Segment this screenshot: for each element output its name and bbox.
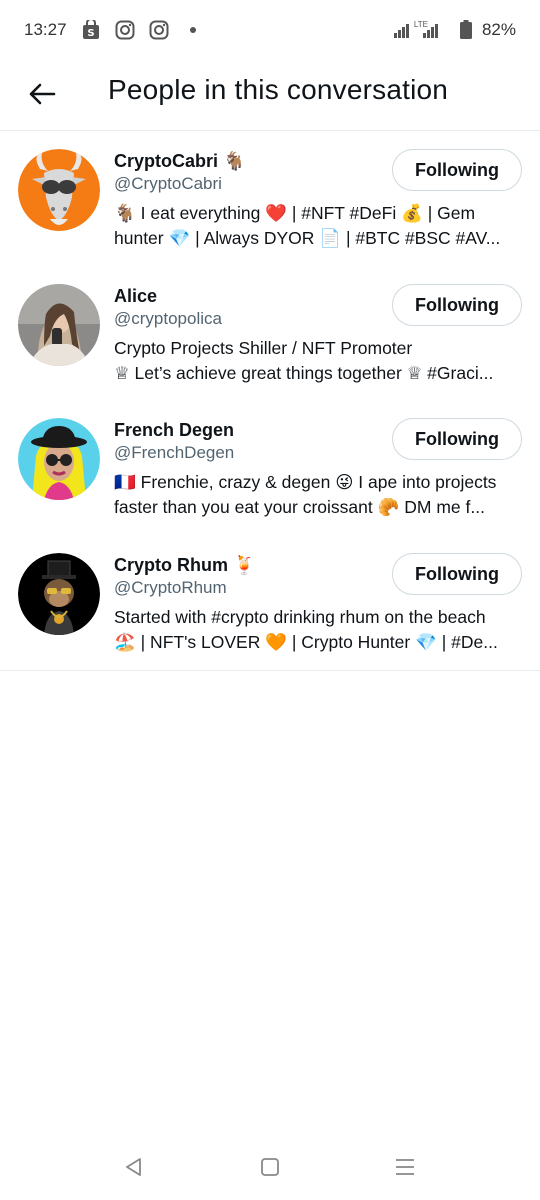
user-bio: 🐐 I eat everything ❤️ | #NFT #DeFi 💰 | G… xyxy=(114,201,526,251)
svg-text:S: S xyxy=(87,28,94,39)
bio-line: hunter 💎 | Always DYOR 📄 | #BTC #BSC #AV… xyxy=(114,228,501,248)
home-square-icon[interactable] xyxy=(255,1152,285,1182)
recents-menu-icon[interactable] xyxy=(390,1152,420,1182)
network-type: LTE xyxy=(413,19,428,29)
bio-line: ♕ Let’s achieve great things together ♕ … xyxy=(114,363,494,383)
avatar[interactable] xyxy=(18,284,100,366)
bio-line: Crypto Projects Shiller / NFT Promoter xyxy=(114,338,413,358)
following-button[interactable]: Following xyxy=(392,284,522,326)
shopping-bag-icon: S xyxy=(81,20,101,40)
list-divider xyxy=(0,670,540,671)
avatar[interactable] xyxy=(18,149,100,231)
page-title: People in this conversation xyxy=(108,74,449,105)
following-button[interactable]: Following xyxy=(392,149,522,191)
back-button[interactable] xyxy=(24,76,60,112)
avatar[interactable] xyxy=(18,418,100,500)
user-bio: 🇫🇷 Frenchie, crazy & degen 😜 I ape into … xyxy=(114,470,526,520)
instagram-icon-2 xyxy=(149,20,169,40)
following-button[interactable]: Following xyxy=(392,553,522,595)
battery-icon xyxy=(456,20,476,40)
user-bio: Crypto Projects Shiller / NFT Promoter ♕… xyxy=(114,336,526,386)
user-list: CryptoCabri 🐐 @CryptoCabri 🐐 I eat every… xyxy=(0,131,540,670)
back-triangle-icon[interactable] xyxy=(118,1152,148,1182)
user-bio: Started with #crypto drinking rhum on th… xyxy=(114,605,526,655)
header: People in this conversation xyxy=(0,62,540,131)
instagram-icon xyxy=(115,20,135,40)
user-row-frenchdegen[interactable]: French Degen @FrenchDegen 🇫🇷 Frenchie, c… xyxy=(0,400,540,535)
bio-line: 🐐 I eat everything ❤️ | #NFT #DeFi 💰 | G… xyxy=(114,203,476,223)
user-row-alice[interactable]: Alice @cryptopolica Crypto Projects Shil… xyxy=(0,266,540,400)
avatar[interactable] xyxy=(18,553,100,635)
status-time: 13:27 xyxy=(24,20,67,39)
user-row-cryptorhum[interactable]: Crypto Rhum 🍹 @CryptoRhum Started with #… xyxy=(0,535,540,670)
system-nav-bar xyxy=(0,1134,540,1200)
status-bar: 13:27 S LTE 82% xyxy=(0,0,540,62)
arrow-left-icon xyxy=(29,83,56,105)
bio-line: 🏖️ | NFT's LOVER 🧡 | Crypto Hunter 💎 | #… xyxy=(114,632,498,652)
following-button[interactable]: Following xyxy=(392,418,522,460)
battery-level: 82% xyxy=(481,20,516,39)
bio-line: 🇫🇷 Frenchie, crazy & degen 😜 I ape into … xyxy=(114,472,497,492)
bio-line: Started with #crypto drinking rhum on th… xyxy=(114,607,486,627)
user-row-cryptocabri[interactable]: CryptoCabri 🐐 @CryptoCabri 🐐 I eat every… xyxy=(0,131,540,266)
notification-dot-icon xyxy=(183,20,203,40)
bio-line: faster than you eat your croissant 🥐 DM … xyxy=(114,497,485,517)
